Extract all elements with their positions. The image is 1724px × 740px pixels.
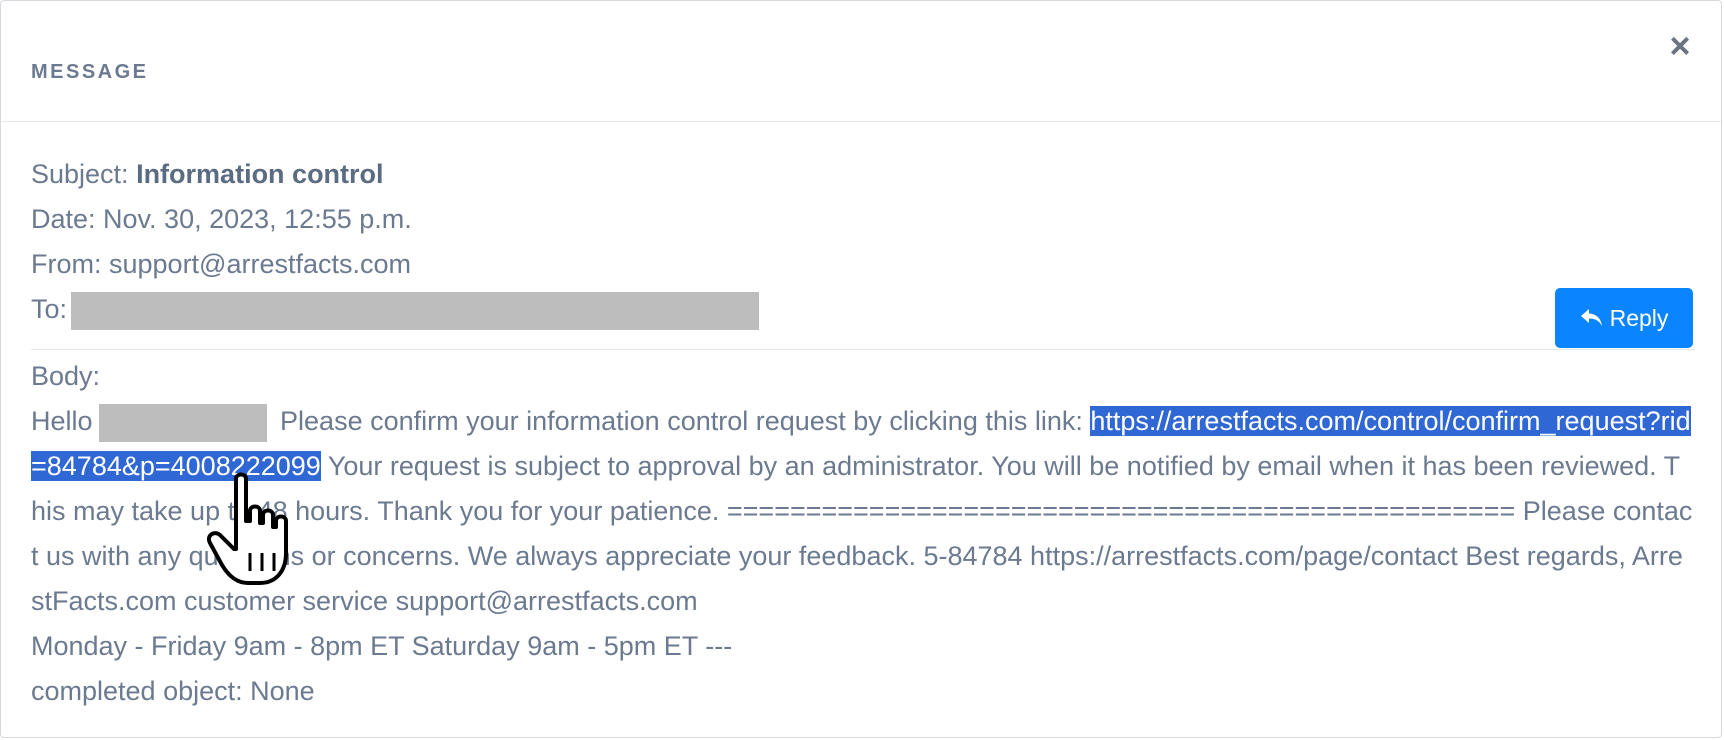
date-line: Date: Nov. 30, 2023, 12:55 p.m. [31, 201, 1695, 246]
date-label: Date: [31, 204, 104, 234]
modal-header: MESSAGE × [1, 1, 1721, 122]
to-line: To: [31, 291, 1695, 336]
message-modal: MESSAGE × Subject: Information control D… [0, 0, 1722, 738]
from-value: support@arrestfacts.com [109, 249, 412, 279]
name-redaction [98, 403, 267, 442]
support-hours: Monday - Friday 9am - 8pm ET Saturday 9a… [31, 631, 733, 661]
body-intro: Please confirm your information control … [272, 406, 1091, 436]
body-text: Hello Please confirm your information co… [31, 399, 1695, 624]
divider [31, 349, 1695, 350]
reply-icon [1580, 309, 1602, 326]
to-label: To: [31, 294, 68, 324]
reply-label: Reply [1609, 304, 1669, 331]
subject-label: Subject: [31, 159, 137, 189]
date-value: Nov. 30, 2023, 12:55 p.m. [103, 204, 412, 234]
modal-title: MESSAGE [31, 61, 149, 83]
subject-line: Subject: Information control [31, 156, 1695, 201]
from-label: From: [31, 249, 109, 279]
to-redaction [71, 291, 760, 330]
subject-value: Information control [136, 159, 384, 189]
from-line: From: support@arrestfacts.com [31, 246, 1695, 291]
close-icon[interactable]: × [1665, 28, 1695, 64]
greeting: Hello [31, 406, 93, 436]
message-body: Body: Hello Please confirm your informat… [31, 354, 1695, 714]
message-meta: Subject: Information control Date: Nov. … [31, 156, 1695, 336]
completed-object: completed object: None [31, 676, 315, 706]
reply-button[interactable]: Reply [1555, 288, 1693, 348]
body-label: Body: [31, 361, 101, 391]
